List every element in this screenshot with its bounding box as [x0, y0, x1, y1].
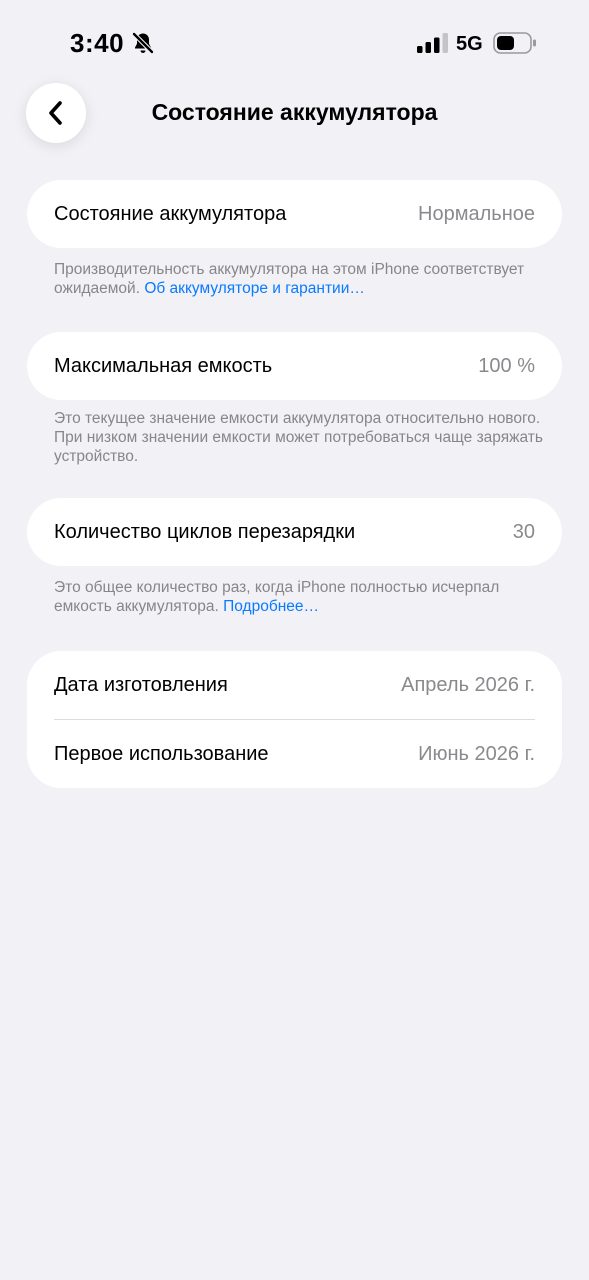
battery-health-label: Состояние аккумулятора — [54, 202, 287, 225]
cellular-signal-icon — [417, 33, 448, 53]
first-use-row: Первое использование Июнь 2026 г. — [27, 720, 562, 788]
page-title: Состояние аккумулятора — [151, 99, 438, 125]
max-capacity-value: 100 % — [478, 354, 535, 377]
cycle-count-more-link[interactable]: Подробнее… — [223, 598, 319, 615]
dates-card: Дата изготовления Апрель 2026 г. Первое … — [27, 651, 562, 788]
battery-health-row: Состояние аккумулятора Нормальное — [27, 180, 562, 248]
first-use-value: Июнь 2026 г. — [418, 742, 535, 765]
first-use-label: Первое использование — [54, 742, 269, 765]
battery-health-screen: 3:40 5G Состояние аккумулятора Состояние… — [0, 0, 589, 1280]
manufacture-date-row: Дата изготовления Апрель 2026 г. — [27, 651, 562, 719]
max-capacity-card: Максимальная емкость 100 % — [27, 332, 562, 400]
status-time: 3:40 — [70, 28, 125, 58]
cycle-count-label: Количество циклов перезарядки — [54, 520, 356, 543]
battery-icon — [493, 32, 536, 54]
status-bar: 3:40 5G — [0, 0, 589, 80]
cycle-count-row: Количество циклов перезарядки 30 — [27, 498, 562, 566]
max-capacity-footnote-text: Это текущее значение емкости аккумулятор… — [54, 410, 543, 465]
max-capacity-footnote: Это текущее значение емкости аккумулятор… — [54, 409, 544, 466]
manufacture-date-label: Дата изготовления — [54, 673, 228, 696]
max-capacity-label: Максимальная емкость — [54, 354, 273, 377]
bell-slash-icon — [131, 31, 155, 55]
battery-warranty-link[interactable]: Об аккумуляторе и гарантии… — [144, 280, 365, 297]
manufacture-date-value: Апрель 2026 г. — [401, 673, 535, 696]
battery-health-value: Нормальное — [418, 202, 535, 225]
cycle-count-footnote: Это общее количество раз, когда iPhone п… — [54, 578, 544, 616]
battery-health-card: Состояние аккумулятора Нормальное — [27, 180, 562, 248]
cycle-count-card: Количество циклов перезарядки 30 — [27, 498, 562, 566]
battery-health-footnote: Производительность аккумулятора на этом … — [54, 260, 544, 298]
cycle-count-value: 30 — [512, 520, 535, 543]
max-capacity-row: Максимальная емкость 100 % — [27, 332, 562, 400]
network-type: 5G — [456, 33, 483, 55]
